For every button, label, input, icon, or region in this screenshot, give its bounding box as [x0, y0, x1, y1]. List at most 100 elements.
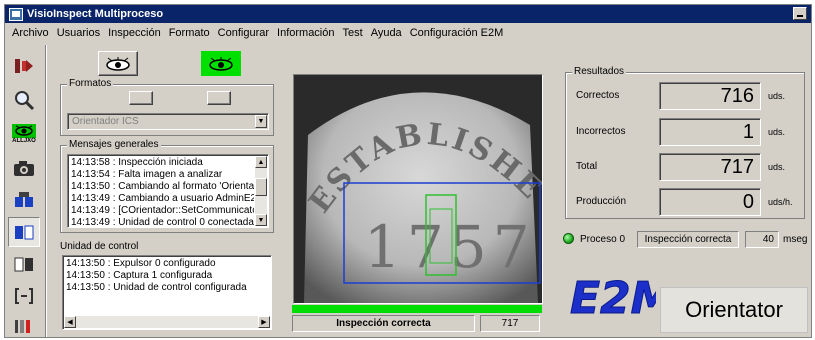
split-block-icon: [14, 257, 33, 272]
menu-usuarios[interactable]: Usuarios: [53, 27, 104, 39]
menu-ayuda[interactable]: Ayuda: [367, 27, 406, 39]
unidad-hscroll[interactable]: ◀ ▶: [64, 316, 270, 328]
proceso-status: Inspección correcta: [637, 231, 739, 248]
list-item: 14:13:50 : Unidad de control configurada: [66, 282, 247, 293]
mensajes-title: Mensajes generales: [67, 139, 161, 150]
bracket-icon: [15, 288, 33, 304]
inspection-image[interactable]: ESTABLISHED 1757: [293, 74, 543, 304]
unidad-lines: 14:13:50 : Expulsor 0 configurado 14:13:…: [66, 258, 247, 294]
mensajes-vscroll[interactable]: ▲ ▼: [255, 156, 267, 226]
left-toolbar: ALLJXO: [6, 45, 44, 337]
menu-informacion[interactable]: Información: [273, 27, 338, 39]
produccion-value: 0: [659, 188, 761, 216]
exit-button[interactable]: [8, 51, 40, 81]
e2m-logo: E2M: [568, 267, 675, 327]
menu-configurar[interactable]: Configurar: [214, 27, 273, 39]
list-item: 14:13:49 : Cambiando a usuario AdminE2M: [71, 193, 254, 204]
inspection-photo: ESTABLISHED 1757: [294, 75, 542, 303]
main-window: VisioInspect Multiproceso Archivo Usuari…: [4, 4, 812, 338]
search-icon: [15, 91, 35, 111]
list-item: 14:13:54 : Falta imagen a analizar: [71, 169, 223, 180]
title-bar: VisioInspect Multiproceso: [5, 5, 811, 23]
total-value: 717: [659, 153, 761, 181]
alljxo-eye-icon: [12, 123, 36, 138]
camera-button[interactable]: [8, 153, 40, 183]
list-item: 14:13:49 : Unidad de control 0 conectada: [71, 217, 254, 228]
list-item: 14:13:49 : [COrientador::SetCommunicator…: [71, 205, 254, 216]
proceso-led: [563, 233, 574, 244]
unidad-title: Unidad de control: [60, 241, 139, 252]
resultados-title: Resultados: [572, 66, 627, 77]
camera-icon: [14, 161, 34, 176]
scroll-right-icon[interactable]: ▶: [258, 316, 270, 328]
eye-icon: [106, 56, 130, 71]
exit-icon: [15, 59, 33, 73]
mensajes-lines: 14:13:58 : Inspección iniciada 14:13:54 …: [71, 157, 254, 228]
correctos-label: Correctos: [576, 90, 620, 101]
correctos-unit: uds.: [768, 91, 786, 101]
proceso-label: Proceso 0: [580, 234, 626, 245]
correctos-value: 716: [659, 82, 761, 110]
scroll-down-icon[interactable]: ▼: [255, 214, 267, 226]
produccion-unit: uds/h.: [768, 197, 793, 207]
chevron-down-icon[interactable]: ▼: [255, 115, 267, 128]
blue-block-selected-icon: [15, 225, 34, 240]
eye-active-icon: [209, 56, 233, 71]
scroll-thumb[interactable]: [255, 178, 267, 196]
app-icon: [9, 7, 23, 21]
alljxo-button[interactable]: ALLJXO: [8, 119, 40, 149]
inspection-count: 717: [480, 315, 540, 332]
product-name-box: Orientator: [660, 287, 808, 333]
bracket-button[interactable]: [8, 281, 40, 311]
produccion-label: Producción: [576, 196, 627, 207]
red-bar-button[interactable]: [8, 311, 40, 337]
menu-test[interactable]: Test: [339, 27, 367, 39]
formatos-group: Formatos Orientador ICS ▼: [60, 78, 274, 136]
scroll-up-icon[interactable]: ▲: [255, 156, 267, 168]
proceso-time: 40: [745, 231, 779, 248]
search-button[interactable]: [8, 85, 40, 115]
inspection-status: Inspección correcta: [292, 315, 475, 332]
incorrectos-label: Incorrectos: [576, 126, 626, 137]
list-item: 14:13:50 : Expulsor 0 configurado: [66, 258, 216, 269]
embossed-digits: 1757: [364, 213, 536, 281]
alljxo-label: ALLJXO: [12, 137, 36, 144]
list-item: 14:13:50 : Captura 1 configurada: [66, 270, 213, 281]
menu-archivo[interactable]: Archivo: [8, 27, 53, 39]
menu-inspeccion[interactable]: Inspección: [104, 27, 165, 39]
red-bar-icon: [15, 320, 30, 333]
list-item: 14:13:58 : Inspección iniciada: [71, 157, 203, 168]
menu-configuracion-e2m[interactable]: Configuración E2M: [406, 27, 508, 39]
mensajes-group: Mensajes generales 14:13:58 : Inspección…: [60, 139, 274, 233]
resultados-group: Resultados Correctos 716 uds. Incorrecto…: [565, 66, 805, 219]
menu-bar: Archivo Usuarios Inspección Formato Conf…: [5, 24, 811, 42]
minimize-button[interactable]: [793, 7, 807, 20]
incorrectos-value: 1: [659, 118, 761, 146]
formatos-title: Formatos: [67, 78, 114, 89]
total-unit: uds.: [768, 162, 786, 172]
unidad-list[interactable]: 14:13:50 : Expulsor 0 configurado 14:13:…: [62, 255, 272, 330]
formato-select-value: Orientador ICS: [72, 116, 139, 127]
blue-block-button[interactable]: [8, 185, 40, 215]
split-block-button[interactable]: [8, 249, 40, 279]
scroll-left-icon[interactable]: ◀: [64, 316, 76, 328]
status-bar-indicator: [292, 305, 542, 313]
mensajes-list[interactable]: 14:13:58 : Inspección iniciada 14:13:54 …: [67, 154, 269, 228]
formato-button-2[interactable]: [207, 91, 231, 105]
formato-button-1[interactable]: [129, 91, 153, 105]
blue-block-icon: [15, 192, 33, 207]
e2m-logo-graphic: E2M: [570, 273, 675, 325]
toolbar-divider: [45, 45, 47, 337]
list-item: 14:13:50 : Cambiando al formato 'Orienta…: [71, 181, 254, 192]
eye-active-button[interactable]: [201, 51, 241, 76]
product-name: Orientator: [685, 297, 783, 322]
menu-formato[interactable]: Formato: [165, 27, 214, 39]
eye-off-button[interactable]: [98, 51, 138, 76]
incorrectos-unit: uds.: [768, 127, 786, 137]
minimize-icon: [797, 15, 803, 17]
total-label: Total: [576, 161, 598, 172]
window-title: VisioInspect Multiproceso: [27, 8, 164, 20]
formato-select[interactable]: Orientador ICS ▼: [67, 113, 269, 130]
svg-text:E2M: E2M: [570, 273, 656, 324]
blue-block-selected-button[interactable]: [8, 217, 40, 247]
